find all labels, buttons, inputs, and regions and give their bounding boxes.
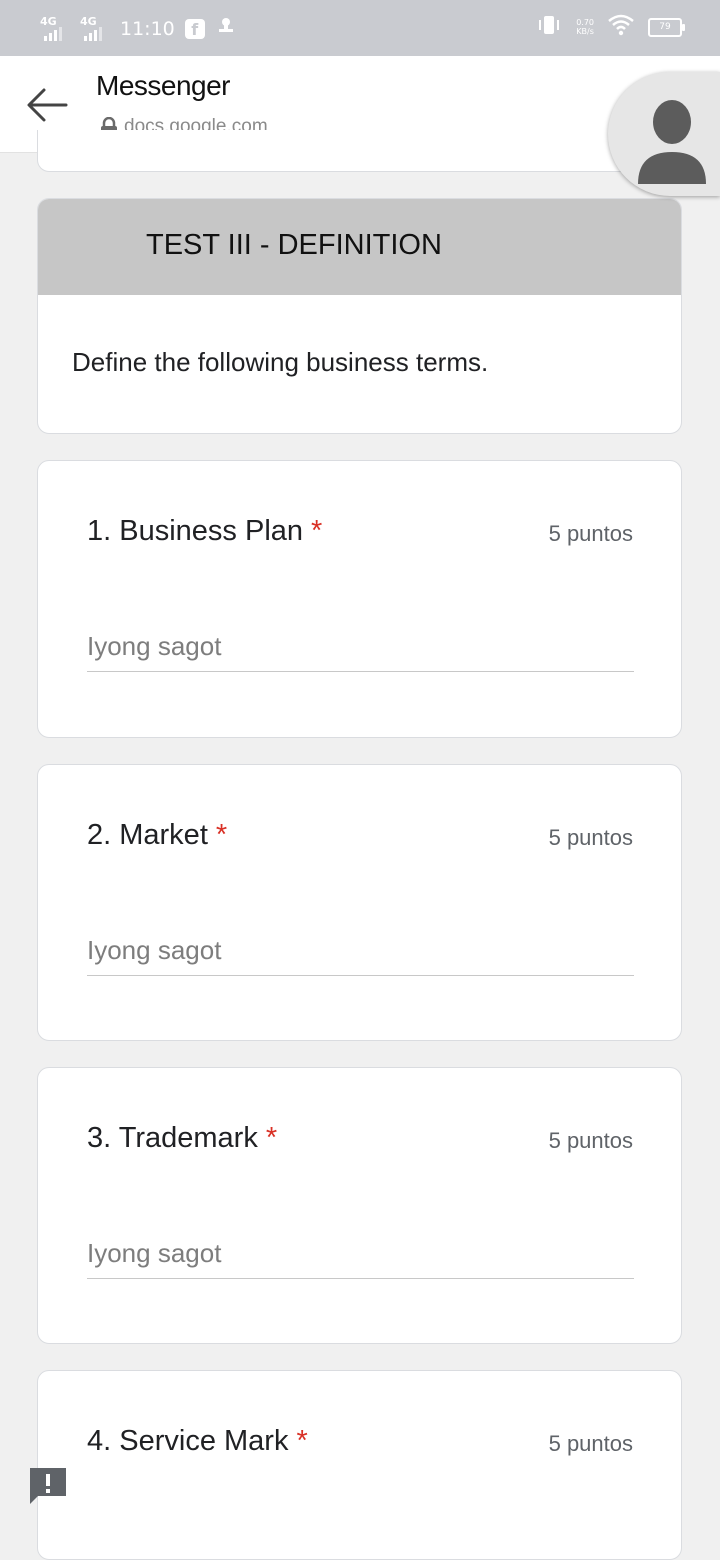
answer-input[interactable] (87, 925, 634, 976)
answer-input[interactable] (87, 621, 634, 672)
net-speed-value: 0.70 (576, 18, 594, 27)
question-card: 2. Market * 5 puntos (37, 764, 682, 1041)
section-header: TEST III - DEFINITION (38, 199, 681, 295)
question-points: 5 puntos (548, 1128, 633, 1153)
section-description: Define the following business terms. (72, 347, 489, 377)
question-title-text: 3. Trademark (87, 1122, 258, 1154)
answer-input[interactable] (87, 1228, 634, 1279)
question-points: 5 puntos (548, 825, 633, 850)
battery-icon: 79 (648, 17, 685, 37)
question-title: 3. Trademark * (87, 1122, 277, 1155)
person-icon (638, 100, 706, 184)
status-time: 11:10 (120, 17, 175, 40)
question-title: 2. Market * (87, 819, 227, 852)
question-points: 5 puntos (548, 1431, 633, 1456)
required-asterisk: * (296, 1425, 308, 1457)
feedback-icon (30, 1468, 66, 1504)
facebook-icon: f (184, 18, 205, 39)
required-asterisk: * (215, 819, 228, 851)
question-points: 5 puntos (548, 521, 633, 546)
required-asterisk: * (311, 515, 323, 547)
question-title-text: 4. Service Mark (87, 1425, 289, 1457)
section-card: TEST III - DEFINITION Define the followi… (37, 198, 682, 434)
section-title: TEST III - DEFINITION (146, 229, 442, 261)
question-title-text: 2. Market (87, 819, 208, 851)
question-card: 4. Service Mark * 5 puntos (37, 1370, 682, 1560)
question-card: 1. Business Plan * 5 puntos (37, 460, 682, 738)
chat-head-avatar[interactable] (608, 72, 720, 196)
previous-card (37, 130, 682, 172)
back-arrow-icon (27, 88, 68, 122)
required-asterisk: * (265, 1122, 278, 1154)
header-title: Messenger (96, 70, 231, 101)
notification-icon (215, 15, 237, 42)
question-card: 3. Trademark * 5 puntos (37, 1067, 682, 1344)
question-title-text: 1. Business Plan (87, 515, 304, 547)
net-speed: 0.70 KB/s (576, 18, 594, 36)
vibrate-icon (536, 14, 562, 40)
status-bar: 4G 4G 11:10 f 0.70 KB/s 79 (0, 0, 720, 56)
signal-icon: 4G (80, 15, 110, 41)
wifi-icon (608, 14, 634, 40)
report-issue-button[interactable] (28, 1466, 68, 1506)
back-button[interactable] (22, 80, 72, 130)
question-title: 4. Service Mark * (87, 1425, 308, 1458)
net-speed-unit: KB/s (576, 27, 594, 36)
signal-icon: 4G (40, 15, 70, 41)
question-title: 1. Business Plan * (87, 515, 322, 548)
